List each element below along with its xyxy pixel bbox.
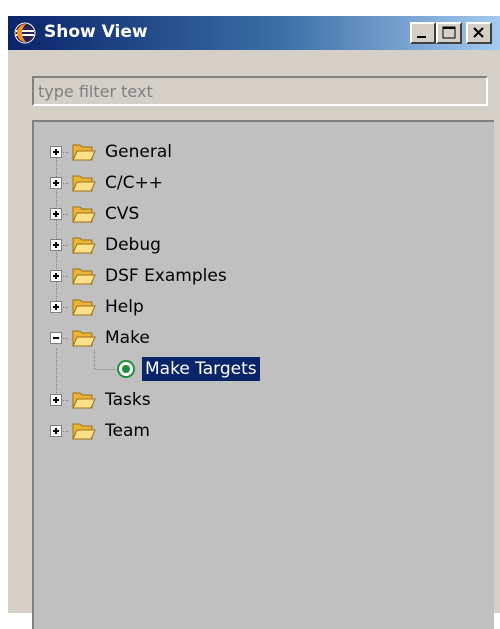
expand-icon[interactable]: [50, 394, 62, 406]
view-tree[interactable]: General C/C++ CVS Debug DSF Examples Hel…: [32, 120, 494, 629]
tree-item-label: General: [105, 142, 172, 162]
folder-icon: [72, 206, 96, 223]
tree-item-label: Make: [105, 328, 150, 348]
tree-item-cvs[interactable]: CVS: [50, 200, 142, 228]
folder-icon: [72, 144, 96, 161]
window-title: Show View: [44, 22, 148, 42]
expand-icon[interactable]: [50, 425, 62, 437]
expand-icon[interactable]: [50, 239, 62, 251]
folder-icon: [72, 237, 96, 254]
expand-icon[interactable]: [50, 177, 62, 189]
tree-item-label: CVS: [105, 204, 140, 224]
expand-icon[interactable]: [50, 146, 62, 158]
expand-icon[interactable]: [50, 270, 62, 282]
expand-icon[interactable]: [50, 301, 62, 313]
tree-item-general[interactable]: General: [50, 138, 175, 166]
tree-item-make[interactable]: Make: [50, 324, 153, 352]
collapse-icon[interactable]: [50, 332, 62, 344]
tree-item-label: Debug: [105, 235, 161, 255]
minimize-icon: [417, 36, 426, 38]
maximize-button[interactable]: [436, 22, 462, 44]
maximize-icon: [442, 26, 456, 39]
minimize-button[interactable]: [410, 22, 436, 44]
folder-icon: [72, 392, 96, 409]
tree-item-label: C/C++: [105, 173, 163, 193]
open-folder-icon: [72, 330, 96, 347]
tree-item-label: DSF Examples: [105, 266, 227, 286]
expand-icon[interactable]: [50, 208, 62, 220]
tree-item-make-targets[interactable]: Make Targets: [116, 355, 260, 383]
folder-icon: [72, 423, 96, 440]
tree-item-label: Team: [105, 421, 150, 441]
show-view-dialog: Show View type filter text General C/C++…: [6, 14, 500, 629]
tree-item-cpp[interactable]: C/C++: [50, 169, 166, 197]
close-icon: [473, 27, 484, 38]
eclipse-icon: [14, 22, 36, 44]
folder-icon: [72, 299, 96, 316]
filter-input[interactable]: [32, 76, 488, 106]
tree-item-team[interactable]: Team: [50, 417, 153, 445]
title-bar[interactable]: Show View: [8, 16, 500, 50]
tree-item-help[interactable]: Help: [50, 293, 147, 321]
make-targets-icon: [117, 360, 135, 378]
tree-item-label: Tasks: [105, 390, 151, 410]
folder-icon: [72, 268, 96, 285]
folder-icon: [72, 175, 96, 192]
tree-item-dsf-examples[interactable]: DSF Examples: [50, 262, 230, 290]
tree-item-label: Make Targets: [142, 357, 260, 381]
tree-item-debug[interactable]: Debug: [50, 231, 164, 259]
tree-item-label: Help: [105, 297, 144, 317]
close-button[interactable]: [466, 22, 492, 44]
tree-item-tasks[interactable]: Tasks: [50, 386, 154, 414]
